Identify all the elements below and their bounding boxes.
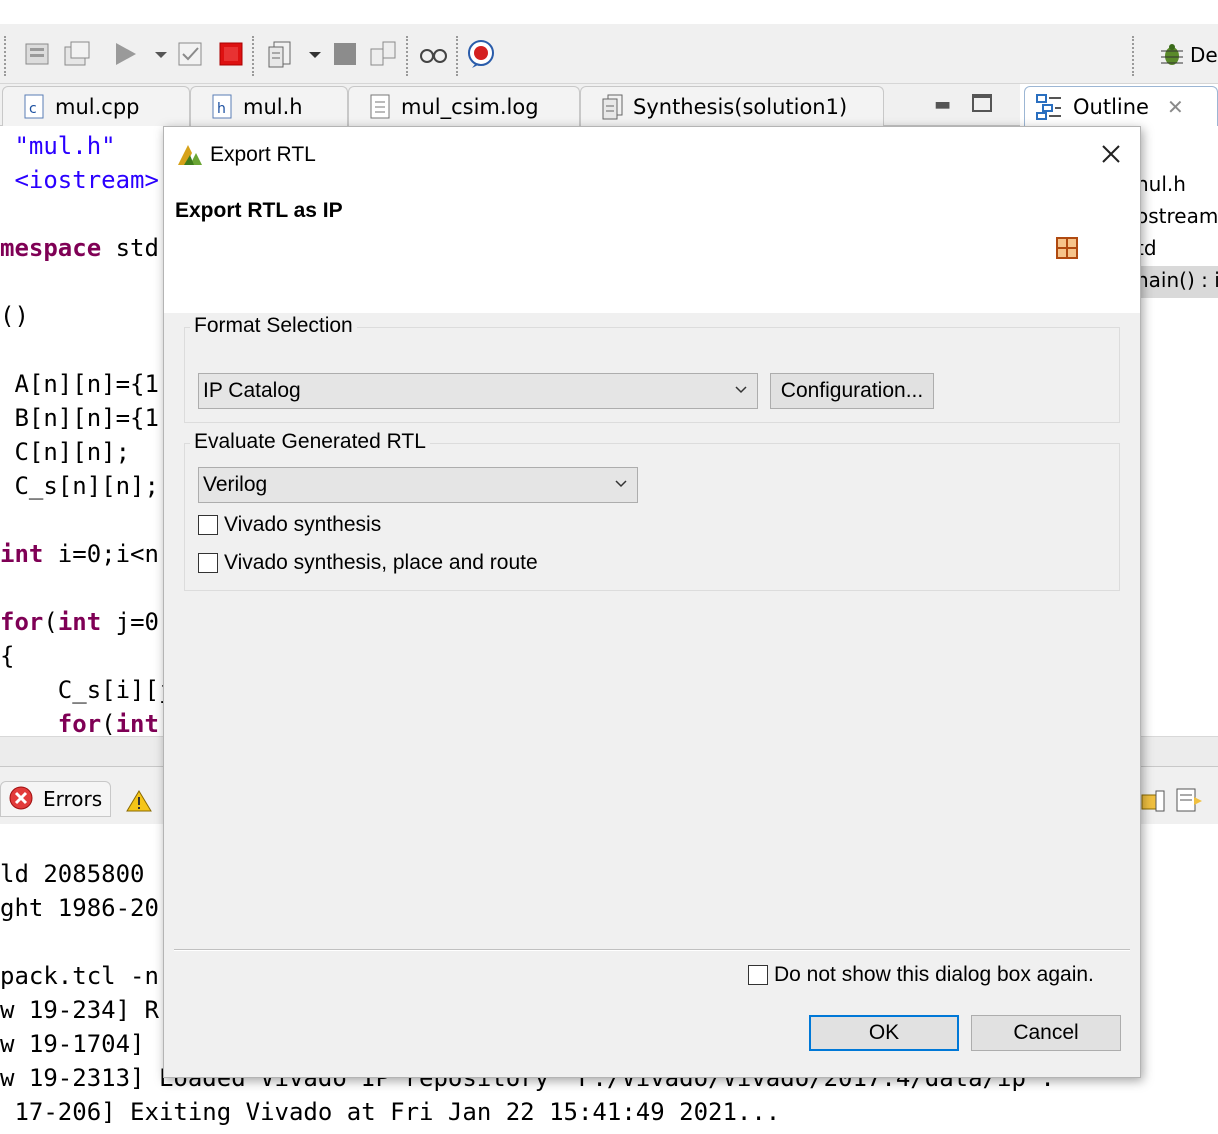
check-icon[interactable] — [176, 39, 206, 69]
bug-icon — [1161, 44, 1183, 65]
tab-outline[interactable]: Outline ✕ — [1024, 86, 1218, 126]
tab-mul-h[interactable]: h mul.h — [190, 86, 348, 126]
run-icon[interactable] — [110, 39, 140, 69]
toolbar-separator — [252, 36, 254, 76]
chevron-down-icon — [615, 480, 627, 488]
dialog-title: Export RTL — [210, 143, 316, 166]
editor-tab-bar: c mul.cpp h mul.h mul_csim.log Synthesis… — [0, 84, 1020, 126]
vivado-synthesis-label: Vivado synthesis — [224, 513, 382, 536]
code-line: "mul.h" — [14, 132, 116, 160]
glasses-icon[interactable] — [418, 39, 448, 69]
main-toolbar: De — [0, 24, 1218, 84]
outline-icon — [1036, 93, 1061, 120]
tab-label: Synthesis(solution1) — [633, 94, 848, 119]
report-icon — [602, 94, 623, 119]
code-line: for(int — [57, 710, 159, 736]
format-select-value: IP Catalog — [203, 379, 301, 402]
outline-item[interactable]: nain() : i — [1136, 268, 1218, 292]
dialog-divider — [174, 949, 1130, 951]
code-line: <iostream> — [14, 166, 159, 194]
format-selection-label: Format Selection — [190, 314, 357, 338]
window-top-strip — [0, 0, 1218, 24]
debug-perspective-button[interactable]: De — [1158, 40, 1218, 70]
minimize-icon[interactable]: ▬ — [934, 94, 951, 115]
configuration-button[interactable]: Configuration... — [770, 373, 934, 409]
code-line: A[n][n]={1 — [0, 370, 159, 398]
export-rtl-dialog: Export RTL Export RTL as IP Format Selec… — [163, 126, 1141, 1078]
tab-mul-cpp[interactable]: c mul.cpp — [2, 86, 190, 126]
code-line: { — [0, 642, 15, 670]
console-line: w 19-234] R — [0, 996, 159, 1024]
clipboard-dropdown-chevron-icon[interactable] — [300, 39, 321, 69]
code-line: mespace std — [0, 234, 159, 262]
toolbar-separator — [1132, 36, 1134, 76]
code-line: C_s[n][n]; — [0, 472, 159, 500]
toolbar-separator — [406, 36, 408, 76]
cpp-file-icon: c — [24, 94, 44, 118]
vivado-logo-icon — [178, 145, 202, 165]
save-all-icon[interactable] — [22, 39, 52, 69]
clipboard-icon[interactable] — [266, 39, 296, 69]
maximize-icon[interactable] — [972, 94, 992, 112]
code-line: B[n][n]={1 — [0, 404, 159, 432]
outline-tab-label: Outline — [1073, 94, 1149, 119]
tab-label: mul.cpp — [55, 94, 140, 119]
console-line: ld 2085800 — [0, 860, 159, 888]
word-wrap-icon[interactable] — [1174, 785, 1204, 815]
console-line: 17-206] Exiting Vivado at Fri Jan 22 15:… — [0, 1098, 781, 1126]
run-dropdown-chevron-icon[interactable] — [146, 39, 167, 69]
format-select[interactable]: IP Catalog — [198, 373, 758, 409]
code-line: C[n][n]; — [0, 438, 131, 466]
outline-item[interactable]: ostream — [1136, 204, 1218, 228]
evaluate-rtl-label: Evaluate Generated RTL — [190, 430, 430, 454]
console-line: pack.tcl -n — [0, 962, 159, 990]
toolbar-separator — [456, 36, 458, 76]
svg-text:c: c — [29, 101, 37, 117]
language-select[interactable]: Verilog — [198, 467, 638, 503]
dont-show-again-checkbox[interactable] — [748, 965, 768, 985]
analysis-perspective-icon[interactable] — [466, 39, 496, 69]
ip-block-icon — [1056, 237, 1078, 259]
ok-button[interactable]: OK — [809, 1015, 959, 1051]
errors-tab-label: Errors — [43, 787, 103, 811]
close-icon[interactable]: ✕ — [1167, 95, 1184, 119]
vivado-pnr-label: Vivado synthesis, place and route — [224, 551, 538, 574]
dont-show-again-option[interactable]: Do not show this dialog box again. — [748, 963, 1094, 987]
outline-item[interactable]: nul.h — [1136, 172, 1186, 196]
warning-icon[interactable] — [126, 789, 152, 813]
vivado-pnr-option[interactable]: Vivado synthesis, place and route — [198, 551, 538, 575]
tab-errors[interactable]: Errors — [0, 781, 112, 817]
toolbar-separator — [4, 36, 6, 76]
console-line: ght 1986-20 — [0, 894, 159, 922]
tab-label: mul.h — [243, 94, 303, 119]
code-line: for(int j=0 — [0, 608, 159, 636]
dialog-subtitle: Export RTL as IP — [175, 199, 343, 222]
dialog-banner: Export RTL Export RTL as IP — [164, 127, 1140, 313]
error-icon — [9, 786, 33, 810]
svg-text:h: h — [217, 101, 226, 117]
log-file-icon — [370, 94, 390, 118]
code-line: C_s[i][j — [0, 676, 174, 704]
console-line: w 19-1704] — [0, 1030, 159, 1058]
compare-icon[interactable] — [368, 39, 398, 69]
vivado-synthesis-option[interactable]: Vivado synthesis — [198, 513, 381, 537]
header-file-icon: h — [212, 94, 232, 118]
vivado-pnr-checkbox[interactable] — [198, 553, 218, 573]
tab-mul-csim-log[interactable]: mul_csim.log — [348, 86, 580, 126]
stop-icon[interactable] — [216, 39, 246, 69]
stop-gray-icon[interactable] — [330, 39, 360, 69]
close-icon[interactable] — [1098, 141, 1124, 167]
cancel-button[interactable]: Cancel — [971, 1015, 1121, 1051]
scroll-lock-icon[interactable] — [1138, 785, 1168, 815]
tab-label: mul_csim.log — [401, 94, 539, 119]
vivado-synthesis-checkbox[interactable] — [198, 515, 218, 535]
chevron-down-icon — [735, 386, 747, 394]
language-select-value: Verilog — [203, 473, 268, 496]
tab-synthesis-solution1[interactable]: Synthesis(solution1) — [580, 86, 884, 126]
dont-show-again-label: Do not show this dialog box again. — [774, 963, 1094, 986]
new-solution-icon[interactable] — [62, 39, 92, 69]
debug-perspective-label: De — [1190, 43, 1218, 67]
code-line: () — [0, 302, 29, 330]
code-line: int i=0;i<n — [0, 540, 159, 568]
